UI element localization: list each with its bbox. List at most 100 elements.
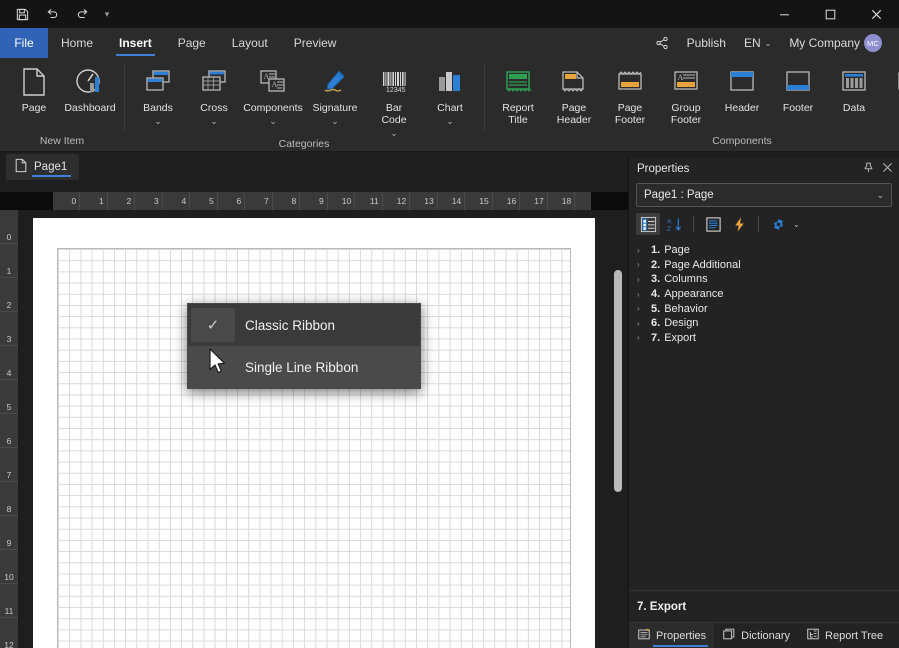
ribbon-button-header[interactable]: Header (714, 62, 770, 114)
properties-category-row[interactable]: › 5. Behavior (631, 301, 899, 316)
tab-home[interactable]: Home (48, 28, 106, 58)
properties-category-label: Columns (664, 273, 708, 286)
report-page-sheet[interactable] (33, 218, 595, 648)
close-button[interactable] (853, 0, 899, 28)
chevron-right-icon[interactable]: › (637, 260, 651, 269)
qat-more-icon[interactable]: ▾ (98, 9, 116, 20)
redo-icon[interactable] (68, 2, 96, 26)
ribbon-button-page-header[interactable]: Page Header (546, 62, 602, 126)
vruler-tick: 0 (0, 210, 18, 244)
ribbon-label: Page Footer (614, 102, 646, 126)
tab-preview[interactable]: Preview (281, 28, 350, 58)
ribbon-button-signature[interactable]: Signature ⌄ (304, 62, 366, 126)
ribbon-label: Footer (782, 102, 814, 114)
ribbon-label: Group Footer (670, 102, 702, 126)
ruler-tick: 16 (492, 192, 521, 210)
toolbar-separator (693, 216, 694, 232)
ribbon-button-text[interactable]: Text (882, 62, 899, 114)
ribbon-label: Signature (312, 102, 358, 114)
context-menu-item-classic-ribbon[interactable]: ✓ Classic Ribbon (188, 304, 420, 346)
tab-file[interactable]: File (0, 28, 48, 58)
ribbon-label: Page (21, 102, 47, 114)
chevron-right-icon[interactable]: › (637, 333, 651, 342)
canvas-scrollbar-track[interactable] (614, 234, 626, 644)
object-selector-dropdown[interactable]: Page1 : Page ⌄ (636, 183, 892, 207)
ribbon-button-page[interactable]: Page (6, 62, 62, 114)
chevron-down-icon[interactable]: ⌄ (390, 128, 398, 138)
ribbon-button-chart[interactable]: Chart ⌄ (422, 62, 478, 126)
ribbon-button-cross[interactable]: Cross ⌄ (186, 62, 242, 126)
options-gear-icon[interactable] (766, 213, 790, 235)
ruler-tick: 5 (190, 192, 218, 210)
ribbon-toolbar: Page Dashboard New Item Bands ⌄ Cross ⌄ … (0, 58, 899, 152)
chevron-down-icon[interactable]: ⌄ (154, 116, 162, 126)
alphabetical-sort-icon[interactable]: A Z (662, 213, 686, 235)
report-tree-tab-icon (806, 627, 820, 644)
close-icon[interactable] (882, 162, 893, 176)
chevron-right-icon[interactable]: › (637, 290, 651, 299)
properties-category-row[interactable]: › 2. Page Additional (631, 258, 899, 273)
ribbon-button-footer[interactable]: Footer (770, 62, 826, 114)
panel-tab-report-tree[interactable]: Report Tree (798, 623, 891, 648)
chevron-right-icon[interactable]: › (637, 246, 651, 255)
ruler-tick: 7 (245, 192, 273, 210)
undo-icon[interactable] (38, 2, 66, 26)
ribbon-button-data[interactable]: Data (826, 62, 882, 114)
pin-icon[interactable] (863, 162, 874, 176)
dashboard-icon (74, 65, 106, 99)
publish-button[interactable]: Publish (678, 28, 735, 58)
properties-category-row[interactable]: › 3. Columns (631, 272, 899, 287)
ribbon-button-barcode[interactable]: 12345 Bar Code ⌄ (366, 62, 422, 138)
chevron-right-icon[interactable]: › (637, 304, 651, 313)
chevron-right-icon[interactable]: › (637, 275, 651, 284)
panel-tab-properties[interactable]: Properties (629, 623, 715, 648)
language-selector[interactable]: EN ⌄ (735, 28, 780, 58)
group-footer-icon: A (671, 65, 701, 99)
cross-icon (199, 65, 229, 99)
ribbon-button-group-footer[interactable]: A Group Footer (658, 62, 714, 126)
tab-insert[interactable]: Insert (106, 28, 165, 58)
window-controls (761, 0, 899, 28)
ruler-tick: 6 (217, 192, 246, 210)
chevron-right-icon[interactable]: › (637, 319, 651, 328)
chevron-down-icon[interactable]: ⌄ (269, 116, 277, 126)
company-account[interactable]: My Company MC (780, 28, 891, 58)
chevron-down-icon[interactable]: ⌄ (210, 116, 218, 126)
ribbon-button-bands[interactable]: Bands ⌄ (130, 62, 186, 126)
footer-icon (783, 65, 813, 99)
chevron-down-icon[interactable]: ⌄ (446, 116, 454, 126)
ribbon-button-dashboard[interactable]: Dashboard (62, 62, 118, 114)
minimize-button[interactable] (761, 0, 807, 28)
properties-category-tree[interactable]: › 1. Page › 2. Page Additional › 3. Columns › 4. Ap… (629, 237, 899, 590)
chevron-down-icon[interactable]: ⌄ (331, 116, 339, 126)
page-file-icon (14, 158, 28, 176)
horizontal-ruler: 0 1 2 3 4 5 6 7 8 9 10 11 12 13 14 15 16 17 18 (0, 192, 628, 210)
ribbon-button-page-footer[interactable]: Page Footer (602, 62, 658, 126)
ribbon-button-components[interactable]: A A Components ⌄ (242, 62, 304, 126)
tab-layout[interactable]: Layout (219, 28, 281, 58)
share-icon[interactable] (646, 28, 678, 58)
panel-tab-dictionary[interactable]: Dictionary (714, 623, 798, 648)
chevron-down-icon: ⌄ (764, 38, 772, 48)
properties-grid-icon[interactable] (701, 213, 725, 235)
categorized-view-icon[interactable] (636, 213, 660, 235)
properties-category-row[interactable]: › 6. Design (631, 316, 899, 331)
properties-category-label: Page Additional (664, 258, 741, 271)
ribbon-label: Components (243, 102, 303, 114)
events-icon[interactable] (727, 213, 751, 235)
maximize-button[interactable] (807, 0, 853, 28)
canvas-scrollbar-thumb[interactable] (614, 270, 622, 492)
ribbon-button-report-title[interactable]: Report Title (490, 62, 546, 126)
ribbon-group-new-item: Page Dashboard New Item (0, 58, 124, 151)
report-canvas[interactable] (18, 210, 628, 648)
ruler-tick: 11 (355, 192, 383, 210)
properties-category-row[interactable]: › 4. Appearance (631, 287, 899, 302)
page-tab-page1[interactable]: Page1 (6, 154, 80, 180)
panel-tab-label: Properties (656, 629, 707, 642)
save-icon[interactable] (8, 2, 36, 26)
chevron-down-icon[interactable]: ⌄ (793, 220, 800, 229)
ribbon-group-label: Categories (278, 138, 330, 150)
properties-category-row[interactable]: › 1. Page (631, 243, 899, 258)
tab-page[interactable]: Page (165, 28, 219, 58)
properties-category-row[interactable]: › 7. Export (631, 331, 899, 346)
